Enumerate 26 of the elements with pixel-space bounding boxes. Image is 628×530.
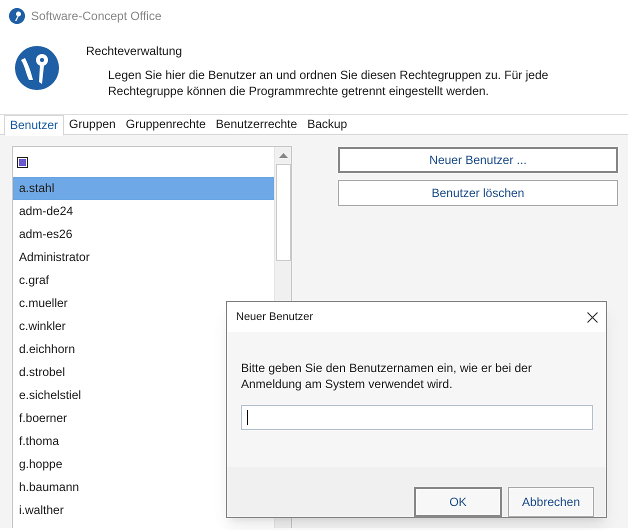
action-button[interactable]: Benutzer löschen <box>338 180 618 206</box>
username-input-field[interactable] <box>241 405 593 430</box>
dialog-button[interactable]: Abbrechen <box>508 487 594 517</box>
section-description: Legen Sie hier die Benutzer an und ordnen Sie diesen Rechtegruppen zu. Für jede Rechtegruppe können die Programmrechte getrennt eingestellt werden. <box>108 67 550 99</box>
tab[interactable]: Benutzer <box>4 115 64 136</box>
close-icon[interactable] <box>587 312 598 322</box>
tab[interactable]: Gruppen <box>64 115 121 135</box>
key-logo-icon <box>15 46 59 90</box>
app-logo-icon <box>9 8 25 24</box>
tab[interactable]: Gruppenrechte <box>120 115 211 135</box>
dialog-message: Bitte geben Sie den Benutzernamen ein, wie er bei der Anmeldung am System verwendet wird. <box>241 360 533 392</box>
user-list-item[interactable]: Administrator <box>13 246 275 269</box>
action-button[interactable]: Neuer Benutzer ... <box>338 147 618 173</box>
user-list-item[interactable]: adm-es26 <box>13 223 275 246</box>
select-all-checkbox[interactable] <box>17 156 28 168</box>
user-list-item[interactable]: c.graf <box>13 269 275 292</box>
scrollbar-thumb[interactable] <box>276 164 290 261</box>
dialog-title: Neuer Benutzer <box>236 310 314 325</box>
section-title: Rechteverwaltung <box>86 43 184 60</box>
user-list-item[interactable]: adm-de24 <box>13 200 275 223</box>
tab[interactable]: Backup <box>302 115 352 135</box>
window-title: Software-Concept Office <box>31 8 162 25</box>
scroll-up-arrow-icon[interactable] <box>278 153 288 158</box>
dialog-button[interactable]: OK <box>414 487 502 517</box>
tab[interactable]: Benutzerrechte <box>210 115 302 135</box>
user-list-item[interactable]: a.stahl <box>13 177 275 200</box>
